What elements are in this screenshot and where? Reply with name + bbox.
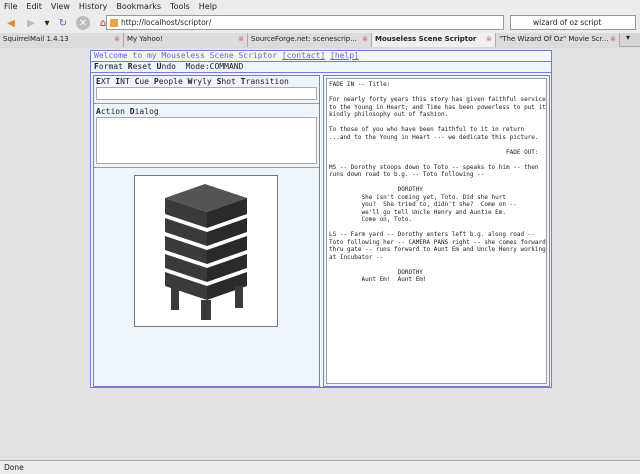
tab-label: Mouseless Scene Scriptor xyxy=(375,35,477,43)
nav-toolbar: ◀ ▶ ▾ ↻ ✕ ⌂ http://localhost/scriptor/ w… xyxy=(0,13,640,33)
menu-bar: File Edit View History Bookmarks Tools H… xyxy=(0,0,640,13)
menu-history[interactable]: History xyxy=(79,2,107,11)
tab-yahoo[interactable]: My Yahoo! ⊗ xyxy=(124,33,248,47)
reset-command[interactable]: Reset xyxy=(128,62,152,71)
action-command[interactable]: Action xyxy=(96,107,125,116)
tab-wizard-of-oz[interactable]: "The Wizard Of Oz" Movie Scr... ⊗ xyxy=(496,33,620,47)
tab-label: SquirrelMail 1.4.13 xyxy=(3,35,69,43)
status-text: Done xyxy=(4,463,24,472)
welcome-title: Welcome to my Mouseless Scene Scriptor xyxy=(94,51,278,60)
tab-scriptor[interactable]: Mouseless Scene Scriptor ⊗ xyxy=(372,33,496,47)
tab-label: SourceForge.net: scenescrip... xyxy=(251,35,357,43)
shot-command[interactable]: Shot xyxy=(217,77,236,86)
tab-sourceforge[interactable]: SourceForge.net: scenescrip... ⊗ xyxy=(248,33,372,47)
command-menu: Format Reset Undo Mode:COMMAND xyxy=(91,62,551,73)
action-section: Action Dialog xyxy=(94,106,319,165)
left-panel: EXT INT Cue People Wryly Shot Transition… xyxy=(93,75,320,387)
tab-bar: SquirrelMail 1.4.13 ⊗ My Yahoo! ⊗ SourceFo… xyxy=(0,33,640,47)
reload-icon[interactable]: ↻ xyxy=(56,16,70,30)
favicon-icon xyxy=(110,19,118,27)
page-content: Welcome to my Mouseless Scene Scriptor [… xyxy=(0,48,640,460)
help-link[interactable]: [help] xyxy=(330,51,359,60)
url-text: http://localhost/scriptor/ xyxy=(121,18,212,27)
menu-tools[interactable]: Tools xyxy=(170,2,190,11)
action-textarea[interactable] xyxy=(96,117,317,164)
element-input[interactable] xyxy=(96,87,317,100)
menu-edit[interactable]: Edit xyxy=(26,2,42,11)
menu-bookmarks[interactable]: Bookmarks xyxy=(116,2,161,11)
worm-bin-image xyxy=(134,175,278,327)
forward-icon[interactable]: ▶ xyxy=(24,16,38,30)
close-icon[interactable]: ⊗ xyxy=(486,35,492,45)
script-output[interactable]: FADE IN -- Title: For nearly forty years… xyxy=(326,78,547,384)
int-command[interactable]: INT xyxy=(115,77,129,86)
status-bar: Done xyxy=(0,460,640,474)
scriptor-app: Welcome to my Mouseless Scene Scriptor [… xyxy=(90,50,552,388)
tab-list-icon[interactable]: ▾ xyxy=(620,33,636,46)
search-text: wizard of oz script xyxy=(533,18,602,27)
menu-help[interactable]: Help xyxy=(199,2,217,11)
search-input[interactable]: wizard of oz script xyxy=(510,15,636,30)
contact-link[interactable]: [contact] xyxy=(282,51,325,60)
script-panel: FADE IN -- Title: For nearly forty years… xyxy=(323,75,550,387)
divider xyxy=(94,103,319,104)
ext-command[interactable]: EXT xyxy=(96,77,110,86)
menu-view[interactable]: View xyxy=(51,2,70,11)
transition-command[interactable]: Transition xyxy=(241,77,289,86)
url-bar[interactable]: http://localhost/scriptor/ xyxy=(106,15,504,30)
dialog-command[interactable]: Dialog xyxy=(130,107,159,116)
close-icon[interactable]: ⊗ xyxy=(362,35,368,45)
mode-status: Mode:COMMAND xyxy=(185,62,244,71)
close-icon[interactable]: ⊗ xyxy=(114,35,120,45)
cue-command[interactable]: Cue xyxy=(135,77,149,86)
divider xyxy=(94,167,319,168)
header: Welcome to my Mouseless Scene Scriptor [… xyxy=(91,51,551,62)
history-dropdown-icon[interactable]: ▾ xyxy=(44,16,50,30)
tab-label: "The Wizard Of Oz" Movie Scr... xyxy=(499,35,609,43)
menu-file[interactable]: File xyxy=(4,2,17,11)
stop-icon[interactable]: ✕ xyxy=(76,16,90,30)
close-icon[interactable]: ⊗ xyxy=(610,35,616,45)
tab-squirrelmail[interactable]: SquirrelMail 1.4.13 ⊗ xyxy=(0,33,124,47)
tab-label: My Yahoo! xyxy=(127,35,163,43)
format-command[interactable]: Format xyxy=(94,62,123,71)
element-section: EXT INT Cue People Wryly Shot Transition xyxy=(94,76,319,101)
close-icon[interactable]: ⊗ xyxy=(238,35,244,45)
wryly-command[interactable]: Wryly xyxy=(188,77,212,86)
people-command[interactable]: People xyxy=(154,77,183,86)
undo-command[interactable]: Undo xyxy=(157,62,176,71)
back-icon[interactable]: ◀ xyxy=(4,16,18,30)
element-commands: EXT INT Cue People Wryly Shot Transition xyxy=(96,77,317,86)
